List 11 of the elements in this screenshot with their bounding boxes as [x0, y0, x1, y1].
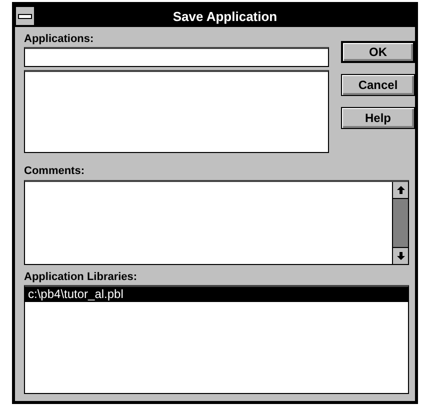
field-label: Applications:	[24, 33, 94, 46]
dialog-button[interactable]: OK	[341, 41, 415, 63]
list-item[interactable]: c:\pb4\tutor_al.pbl	[25, 287, 408, 302]
dialog-button[interactable]: Cancel	[341, 74, 415, 96]
window-title: Save Application	[172, 8, 278, 24]
applications-list[interactable]	[24, 70, 329, 153]
application-name-field[interactable]	[24, 47, 329, 67]
field-label: Application Libraries:	[24, 271, 138, 284]
field-label: Comments:	[24, 165, 85, 178]
system-menu-button[interactable]	[15, 6, 35, 26]
dialog-button[interactable]: Help	[341, 107, 415, 129]
